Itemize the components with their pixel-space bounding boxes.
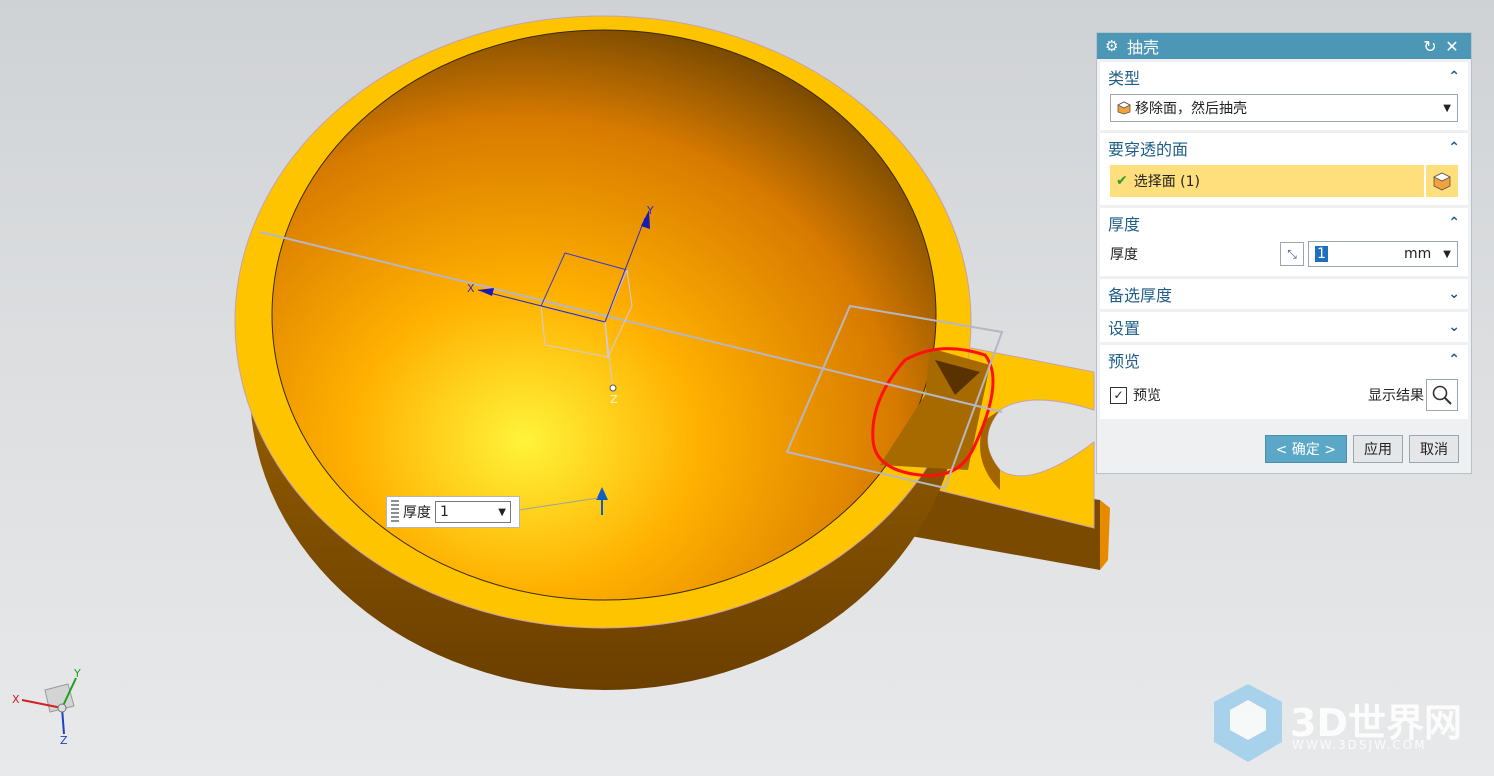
section-preview-label: 预览 [1108, 352, 1141, 371]
section-pierce-faces: 要穿透的面 ⌃ ✔ 选择面 (1) [1100, 133, 1468, 205]
chevron-down-icon[interactable]: ▼ [1443, 249, 1451, 260]
thickness-onscreen-input: 厚度 1 ▼ [386, 496, 520, 528]
apply-button[interactable]: 应用 [1353, 435, 1403, 463]
triad-y-label: Y [73, 667, 81, 680]
onscreen-thickness-label: 厚度 [403, 505, 431, 521]
thickness-value: 1 [1315, 246, 1328, 262]
type-dropdown-value: 移除面，然后抽壳 [1135, 101, 1247, 117]
csys-y-label: Y [646, 204, 654, 217]
section-type-header[interactable]: 类型 ⌃ [1100, 62, 1468, 92]
view-triad[interactable] [21, 677, 77, 735]
section-alt-thickness: 备选厚度 ⌄ [1100, 279, 1468, 309]
drag-grip-icon[interactable] [391, 500, 399, 524]
chevron-down-icon: ⌄ [1448, 319, 1460, 335]
triad-z-label: Z [60, 734, 68, 747]
preview-checkbox[interactable]: ✓ [1110, 386, 1127, 404]
dialog-titlebar[interactable]: ⚙ 抽壳 ↻ ✕ [1097, 33, 1471, 59]
shell-dialog: ⚙ 抽壳 ↻ ✕ 类型 ⌃ 移除面，然后抽壳 ▼ 要穿透的面 ⌃ ✔ 选择面 (… [1096, 32, 1472, 474]
select-face-label: 选择面 (1) [1133, 174, 1201, 190]
section-type: 类型 ⌃ 移除面，然后抽壳 ▼ [1100, 62, 1468, 130]
csys-x-label: X [467, 282, 475, 295]
face-selector-button[interactable] [1426, 165, 1458, 197]
section-pierce-header[interactable]: 要穿透的面 ⌃ [1100, 133, 1468, 163]
chevron-down-icon: ▼ [1443, 102, 1451, 114]
close-icon[interactable]: ✕ [1441, 37, 1463, 56]
magnifier-icon [1432, 385, 1452, 405]
watermark: 3D世界网 WWW.3DSJW.COM [1212, 682, 1472, 762]
chevron-down-icon: ⌄ [1448, 286, 1460, 302]
cancel-button[interactable]: 取消 [1409, 435, 1459, 463]
thickness-field-label: 厚度 [1110, 247, 1138, 263]
shell-type-icon [1117, 101, 1131, 115]
dialog-title: 抽壳 [1127, 38, 1160, 57]
show-result-label: 显示结果 [1368, 388, 1424, 404]
section-thickness-header[interactable]: 厚度 ⌃ [1100, 208, 1468, 238]
gear-icon: ⚙ [1105, 37, 1119, 55]
thickness-input[interactable]: 1 mm ▼ [1308, 241, 1458, 267]
section-preview-header[interactable]: 预览 ⌃ [1100, 345, 1468, 375]
section-thickness-label: 厚度 [1108, 215, 1141, 234]
section-alt-thickness-header[interactable]: 备选厚度 ⌄ [1100, 279, 1468, 309]
chevron-up-icon: ⌃ [1448, 352, 1460, 368]
chevron-up-icon: ⌃ [1448, 69, 1460, 85]
section-preview: 预览 ⌃ ✓ 预览 显示结果 [1100, 345, 1468, 419]
csys-z-label: Z [610, 393, 618, 406]
thickness-unit: mm [1404, 246, 1432, 262]
watermark-url: WWW.3DSJW.COM [1292, 738, 1427, 752]
checkmark-icon: ✔ [1116, 173, 1128, 189]
chevron-down-icon[interactable]: ▼ [498, 507, 506, 518]
measure-icon[interactable]: ⤡ [1280, 242, 1304, 266]
section-settings-label: 设置 [1108, 319, 1141, 338]
type-dropdown[interactable]: 移除面，然后抽壳 ▼ [1110, 94, 1458, 122]
section-pierce-label: 要穿透的面 [1108, 140, 1189, 159]
section-alt-thickness-label: 备选厚度 [1108, 286, 1173, 305]
chevron-up-icon: ⌃ [1448, 215, 1460, 231]
onscreen-thickness-value: 1 [440, 504, 449, 520]
section-settings: 设置 ⌄ [1100, 312, 1468, 342]
section-settings-header[interactable]: 设置 ⌄ [1100, 312, 1468, 342]
ok-button[interactable]: < 确定 > [1264, 435, 1347, 463]
reset-icon[interactable]: ↻ [1419, 37, 1441, 56]
triad-x-label: X [12, 693, 20, 706]
cube-icon [1433, 172, 1451, 191]
section-type-label: 类型 [1108, 69, 1141, 88]
chevron-up-icon: ⌃ [1448, 140, 1460, 156]
preview-checkbox-label: 预览 [1133, 388, 1161, 404]
onscreen-thickness-field[interactable]: 1 ▼ [435, 501, 511, 523]
section-thickness: 厚度 ⌃ 厚度 ⤡ 1 mm ▼ [1100, 208, 1468, 276]
show-result-button[interactable] [1426, 379, 1458, 411]
select-face-field[interactable]: ✔ 选择面 (1) [1110, 165, 1424, 197]
